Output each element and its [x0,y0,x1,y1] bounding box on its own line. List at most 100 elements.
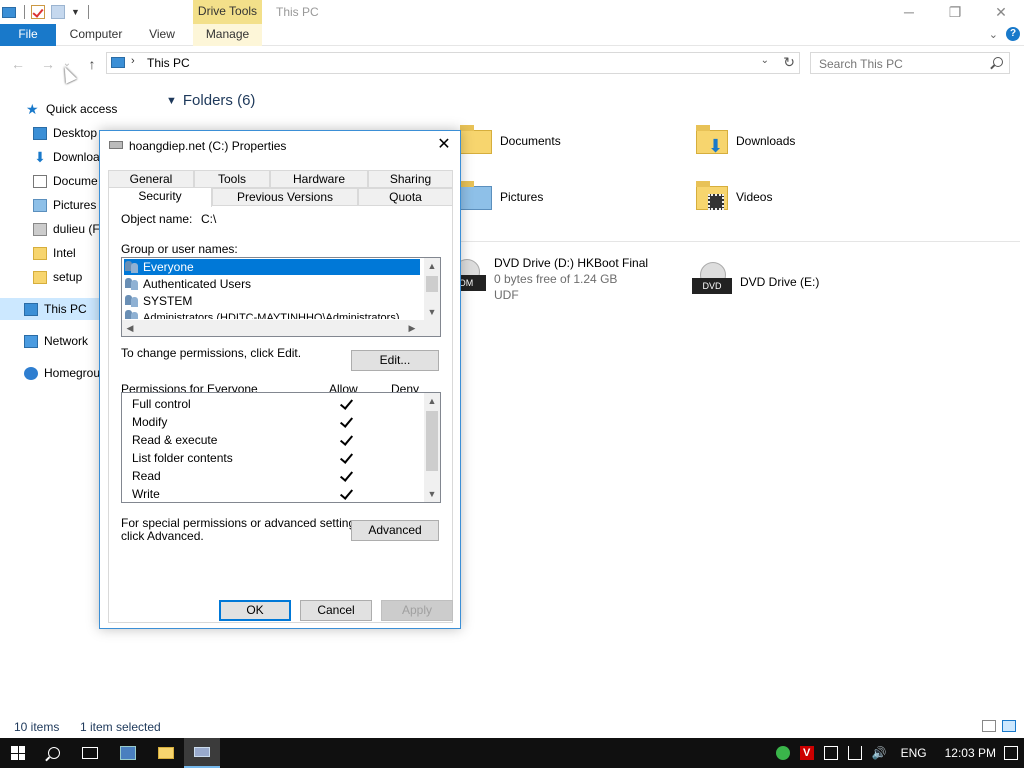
cancel-button[interactable]: Cancel [300,600,372,621]
tab-computer[interactable]: Computer [60,24,132,46]
users-horizontal-scrollbar[interactable]: ◀ ▶ [122,320,440,336]
scroll-thumb[interactable] [426,276,438,292]
notifications-icon[interactable] [1004,746,1018,760]
breadcrumb-separator-icon[interactable]: › [131,55,135,67]
homegroup-icon [24,366,38,380]
taskbar-app-server-manager[interactable] [110,738,146,768]
folder-tile-downloads[interactable]: ⬇ Downloads [694,124,795,158]
maximize-button[interactable]: ❐ [932,0,978,24]
up-arrow-icon[interactable]: ↑ [82,54,102,74]
permissions-vertical-scrollbar[interactable]: ▲ ▼ [424,393,440,502]
drive-tile-d[interactable]: OM DVD Drive (D:) HKBoot Final 0 bytes f… [442,256,648,302]
tab-security[interactable]: Security [108,187,212,207]
ok-button[interactable]: OK [219,600,291,621]
properties-icon[interactable] [31,5,45,19]
computer-icon [24,302,38,316]
videos-folder-icon [694,180,728,214]
network-icon[interactable] [847,746,862,760]
new-folder-icon[interactable] [51,5,65,19]
taskbar-app-drive-properties[interactable] [184,738,220,768]
folders-group-header[interactable]: ▼ Folders (6) [166,92,255,109]
close-button[interactable]: ✕ [978,0,1024,24]
user-name: Everyone [143,260,194,274]
address-bar[interactable]: › This PC ⌄ ↻ [106,52,800,74]
scroll-up-icon[interactable]: ▲ [424,393,440,409]
start-button[interactable] [0,738,36,768]
advanced-button[interactable]: Advanced [351,520,439,541]
list-item[interactable]: SYSTEM [124,293,420,309]
computer-icon[interactable] [2,6,16,18]
app-tray-icon[interactable] [775,746,790,760]
permission-name: Full control [132,397,191,411]
sidebar-item-label: Downloa [53,150,100,164]
help-icon[interactable]: ? [1006,27,1020,41]
drive-icon [33,222,47,236]
toolbar-divider [87,5,89,19]
search-button[interactable] [36,738,72,768]
minimize-button[interactable]: ─ [886,0,932,24]
scroll-down-icon[interactable]: ▼ [424,304,440,320]
allow-check-icon [340,415,352,429]
tab-previous-versions[interactable]: Previous Versions [212,188,358,206]
customize-toolbar-chevron-icon[interactable]: ▼ [71,7,80,17]
scroll-right-icon[interactable]: ▶ [404,320,420,336]
scroll-up-icon[interactable]: ▲ [424,258,440,274]
address-dropdown-chevron-icon[interactable]: ⌄ [761,55,769,66]
antivirus-icon[interactable]: V [799,746,814,760]
list-item[interactable]: Everyone [124,259,420,275]
apply-button[interactable]: Apply [381,600,453,621]
permission-name: Read [132,469,161,483]
downloads-folder-icon: ⬇ [694,124,728,158]
tab-general[interactable]: General [108,170,194,188]
expand-ribbon-chevron-icon[interactable]: ⌄ [989,28,998,41]
tab-hardware[interactable]: Hardware [270,170,368,188]
drive-tile-e[interactable]: DVD DVD Drive (E:) [688,262,819,302]
window-title: This PC [276,5,319,19]
details-view-icon[interactable] [982,720,996,732]
input-language[interactable]: ENG [901,746,927,760]
volume-icon[interactable]: 🔊 [872,746,887,760]
back-arrow-icon[interactable]: ← [8,54,28,74]
scroll-thumb[interactable] [426,411,438,471]
tab-tools[interactable]: Tools [194,170,270,188]
desktop-icon [33,126,47,140]
list-item[interactable]: Authenticated Users [124,276,420,292]
selection-count: 1 item selected [80,720,161,734]
usb-icon[interactable] [823,746,838,760]
tab-file[interactable]: File [0,24,56,46]
pictures-icon [33,198,47,212]
tab-quota[interactable]: Quota [358,188,453,206]
dialog-title-bar[interactable]: hoangdiep.net (C:) Properties ✕ [100,131,460,161]
tab-sharing[interactable]: Sharing [368,170,453,188]
list-item[interactable]: Administrators (HDITC-MAYTINHHO\Administ… [124,310,420,319]
users-vertical-scrollbar[interactable]: ▲ ▼ [424,258,440,320]
scroll-left-icon[interactable]: ◀ [122,320,138,336]
permissions-list[interactable]: Full control Modify Read & execute List … [121,392,441,503]
sidebar-item-quick-access[interactable]: ★ Quick access [0,98,158,120]
scroll-down-icon[interactable]: ▼ [424,486,440,502]
tab-manage[interactable]: Manage [193,24,262,46]
folder-tile-documents[interactable]: Documents [458,124,561,158]
task-view-button[interactable] [72,738,108,768]
folder-tile-pictures[interactable]: Pictures [458,180,543,214]
search-icon[interactable] [993,57,1003,67]
breadcrumb-this-pc[interactable]: This PC [147,56,190,70]
folder-shape [460,125,492,154]
users-listbox[interactable]: Everyone Authenticated Users SYSTEM Admi… [121,257,441,337]
taskbar-app-file-explorer[interactable] [148,738,184,768]
refresh-icon[interactable]: ↻ [783,54,795,71]
group-users-label: Group or user names: [121,242,238,256]
clock[interactable]: 12:03 PM [945,746,996,760]
drive-info: DVD Drive (D:) HKBoot Final 0 bytes free… [494,256,648,302]
forward-arrow-icon[interactable]: → [38,54,58,74]
system-tray: V 🔊 ENG 12:03 PM [771,738,1024,768]
close-button[interactable]: ✕ [434,135,454,155]
large-icons-view-icon[interactable] [1002,720,1016,732]
permission-name: Modify [132,415,168,429]
drive-tools-context-tab: Drive Tools [193,0,262,24]
edit-button[interactable]: Edit... [351,350,439,371]
collapse-chevron-icon[interactable]: ▼ [166,95,177,107]
search-input[interactable]: Search This PC [810,52,1010,74]
tab-view[interactable]: View [140,24,184,46]
folder-tile-videos[interactable]: Videos [694,180,772,214]
